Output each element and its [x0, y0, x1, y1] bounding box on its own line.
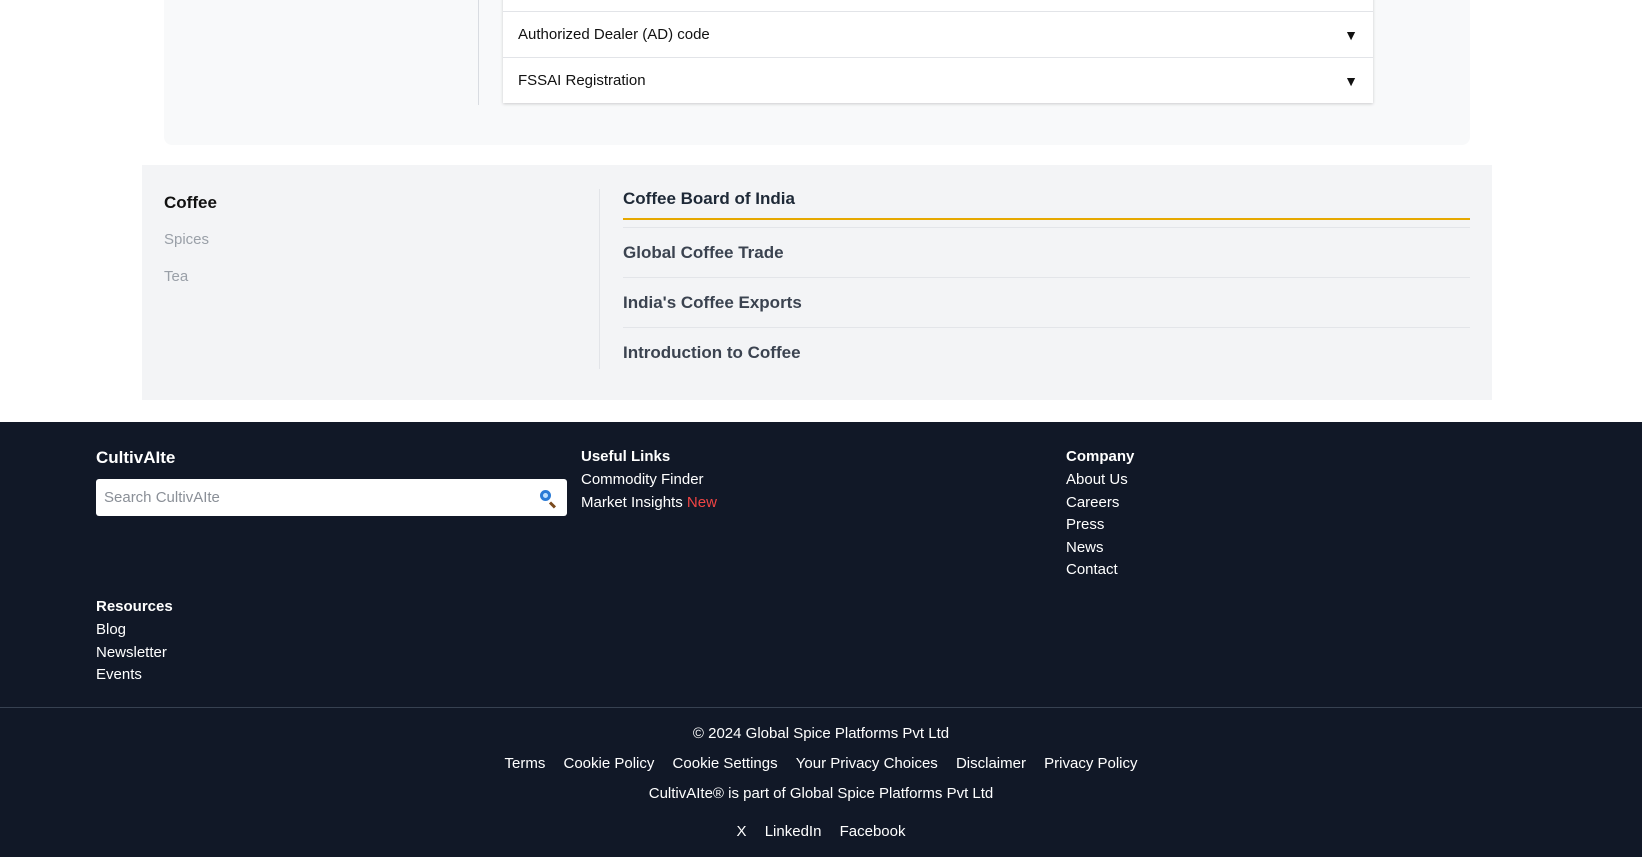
accordion-item-previous[interactable]: [503, 0, 1373, 11]
commodity-finder-link[interactable]: Commodity Finder: [581, 469, 717, 492]
details-panel: Authorized Dealer (AD) code ▼ FSSAI Regi…: [164, 0, 1470, 145]
about-us-link[interactable]: About Us: [1066, 469, 1134, 492]
brand-name: CultivAIte: [96, 448, 176, 467]
news-link[interactable]: News: [1066, 537, 1134, 560]
cookie-policy-link[interactable]: Cookie Policy: [564, 755, 655, 772]
press-link[interactable]: Press: [1066, 514, 1134, 537]
caret-down-icon: ▼: [1344, 26, 1358, 43]
coffee-board-link[interactable]: Coffee Board of India: [623, 189, 1470, 220]
x-link[interactable]: X: [737, 823, 747, 840]
careers-link[interactable]: Careers: [1066, 492, 1134, 515]
footer-search: [96, 479, 567, 516]
newsletter-link[interactable]: Newsletter: [96, 642, 173, 665]
accordion-item-label: Authorized Dealer (AD) code: [518, 26, 710, 43]
details-section: Authorized Dealer (AD) code ▼ FSSAI Regi…: [142, 0, 1492, 165]
resources-heading: Resources: [96, 598, 173, 615]
category-coffee[interactable]: Coffee: [164, 193, 217, 213]
market-insights-label: Market Insights: [581, 493, 683, 511]
privacy-policy-link[interactable]: Privacy Policy: [1044, 755, 1137, 772]
nav-divider: [599, 189, 600, 369]
blog-link[interactable]: Blog: [96, 619, 173, 642]
search-input[interactable]: [104, 489, 537, 506]
market-insights-link[interactable]: Market Insights New: [581, 492, 717, 515]
india-coffee-exports-link[interactable]: India's Coffee Exports: [623, 277, 1470, 327]
useful-links-column: Useful Links Commodity Finder Market Ins…: [581, 448, 717, 514]
global-coffee-trade-link[interactable]: Global Coffee Trade: [623, 227, 1470, 277]
accordion-item-fssai[interactable]: FSSAI Registration ▼: [503, 57, 1373, 103]
footer-brand: CultivAIte: [96, 448, 175, 468]
new-badge: New: [686, 493, 717, 511]
company-column: Company About Us Careers Press News Cont…: [1066, 448, 1134, 582]
coffee-links: Coffee Board of India Global Coffee Trad…: [623, 189, 1470, 377]
category-spices[interactable]: Spices: [164, 231, 217, 248]
contact-link[interactable]: Contact: [1066, 559, 1134, 582]
accordion-item-label: FSSAI Registration: [518, 72, 646, 89]
commodity-nav: Coffee Spices Tea Coffee Board of India …: [142, 165, 1492, 400]
events-link[interactable]: Events: [96, 664, 173, 687]
legal-links: Terms Cookie Policy Cookie Settings Your…: [0, 755, 1642, 772]
introduction-to-coffee-link[interactable]: Introduction to Coffee: [623, 327, 1470, 377]
site-footer: CultivAIte Useful Links Commodity Finder…: [0, 422, 1642, 857]
category-tea[interactable]: Tea: [164, 268, 217, 285]
terms-link[interactable]: Terms: [504, 755, 545, 772]
accordion: Authorized Dealer (AD) code ▼ FSSAI Regi…: [503, 0, 1373, 103]
caret-down-icon: ▼: [1344, 72, 1358, 89]
category-list: Coffee Spices Tea: [164, 193, 217, 305]
tagline: CultivAIte® is part of Global Spice Plat…: [648, 785, 994, 802]
resources-column: Resources Blog Newsletter Events: [96, 598, 173, 687]
social-links: X LinkedIn Facebook: [0, 823, 1642, 840]
copyright: © 2024 Global Spice Platforms Pvt Ltd: [692, 725, 950, 742]
accordion-item-ad-code[interactable]: Authorized Dealer (AD) code ▼: [503, 11, 1373, 57]
useful-links-heading: Useful Links: [581, 448, 671, 465]
company-heading: Company: [1066, 448, 1135, 465]
footer-divider: [0, 707, 1642, 708]
disclaimer-link[interactable]: Disclaimer: [956, 755, 1026, 772]
search-icon[interactable]: [537, 487, 559, 509]
privacy-choices-link[interactable]: Your Privacy Choices: [796, 755, 938, 772]
cookie-settings-link[interactable]: Cookie Settings: [673, 755, 778, 772]
linkedin-link[interactable]: LinkedIn: [765, 823, 822, 840]
facebook-link[interactable]: Facebook: [840, 823, 906, 840]
panel-divider: [478, 0, 479, 105]
